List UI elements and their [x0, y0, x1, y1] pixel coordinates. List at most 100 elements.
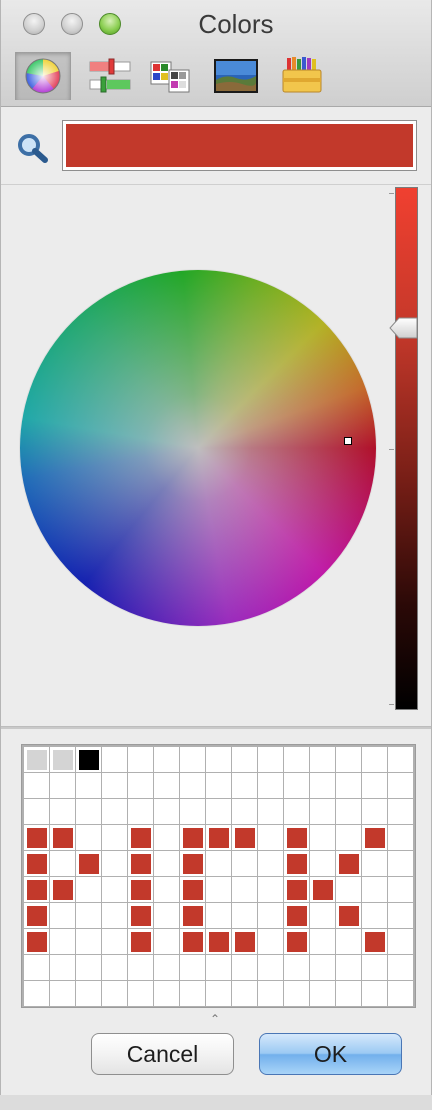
swatch-cell[interactable] — [388, 773, 413, 798]
swatch-cell[interactable] — [362, 799, 387, 824]
hue-saturation-wheel[interactable] — [20, 270, 376, 626]
swatch-cell[interactable] — [232, 981, 257, 1006]
swatch-resize-handle[interactable]: ⌃ — [210, 1012, 220, 1026]
swatch-cell[interactable] — [50, 877, 75, 902]
swatch-cell[interactable] — [258, 825, 283, 850]
swatch-cell[interactable] — [310, 955, 335, 980]
swatch-cell[interactable] — [206, 825, 231, 850]
swatch-cell[interactable] — [128, 955, 153, 980]
swatch-cell[interactable] — [258, 877, 283, 902]
swatch-cell[interactable] — [50, 799, 75, 824]
swatch-cell[interactable] — [50, 851, 75, 876]
swatch-cell[interactable] — [128, 877, 153, 902]
swatch-cell[interactable] — [388, 851, 413, 876]
swatch-cell[interactable] — [310, 903, 335, 928]
swatch-cell[interactable] — [154, 903, 179, 928]
swatch-cell[interactable] — [154, 851, 179, 876]
swatch-cell[interactable] — [50, 825, 75, 850]
swatch-cell[interactable] — [362, 903, 387, 928]
swatch-cell[interactable] — [336, 799, 361, 824]
swatch-cell[interactable] — [76, 981, 101, 1006]
swatch-cell[interactable] — [206, 747, 231, 772]
swatch-cell[interactable] — [180, 773, 205, 798]
swatch-cell[interactable] — [232, 903, 257, 928]
swatch-cell[interactable] — [362, 825, 387, 850]
swatch-cell[interactable] — [388, 877, 413, 902]
swatch-cell[interactable] — [284, 955, 309, 980]
swatch-cell[interactable] — [258, 851, 283, 876]
swatch-cell[interactable] — [258, 955, 283, 980]
swatch-cell[interactable] — [24, 825, 49, 850]
swatch-cell[interactable] — [102, 955, 127, 980]
swatch-cell[interactable] — [362, 929, 387, 954]
swatch-cell[interactable] — [76, 903, 101, 928]
swatch-cell[interactable] — [258, 981, 283, 1006]
swatch-cell[interactable] — [24, 955, 49, 980]
swatch-cell[interactable] — [154, 799, 179, 824]
swatch-cell[interactable] — [284, 877, 309, 902]
swatch-cell[interactable] — [24, 773, 49, 798]
swatch-cell[interactable] — [76, 877, 101, 902]
swatch-cell[interactable] — [76, 773, 101, 798]
swatch-cell[interactable] — [284, 929, 309, 954]
swatch-cell[interactable] — [24, 929, 49, 954]
swatch-cell[interactable] — [76, 799, 101, 824]
swatch-cell[interactable] — [154, 877, 179, 902]
swatch-cell[interactable] — [388, 903, 413, 928]
swatch-cell[interactable] — [388, 825, 413, 850]
swatch-cell[interactable] — [258, 799, 283, 824]
swatch-cell[interactable] — [76, 851, 101, 876]
swatch-cell[interactable] — [362, 851, 387, 876]
swatch-cell[interactable] — [180, 799, 205, 824]
swatch-cell[interactable] — [310, 929, 335, 954]
swatch-cell[interactable] — [50, 929, 75, 954]
swatch-cell[interactable] — [310, 799, 335, 824]
swatch-cell[interactable] — [24, 747, 49, 772]
swatch-cell[interactable] — [284, 747, 309, 772]
swatch-cell[interactable] — [258, 929, 283, 954]
swatch-cell[interactable] — [336, 955, 361, 980]
swatch-cell[interactable] — [50, 773, 75, 798]
swatch-cell[interactable] — [336, 903, 361, 928]
swatch-cell[interactable] — [24, 877, 49, 902]
swatch-cell[interactable] — [180, 981, 205, 1006]
swatch-cell[interactable] — [310, 825, 335, 850]
swatch-cell[interactable] — [102, 929, 127, 954]
swatch-cell[interactable] — [154, 825, 179, 850]
swatch-cell[interactable] — [284, 773, 309, 798]
swatch-cell[interactable] — [232, 747, 257, 772]
swatch-cell[interactable] — [102, 825, 127, 850]
swatch-cell[interactable] — [388, 747, 413, 772]
swatch-cell[interactable] — [388, 981, 413, 1006]
swatch-cell[interactable] — [128, 825, 153, 850]
swatch-cell[interactable] — [24, 851, 49, 876]
brightness-slider-thumb[interactable] — [389, 316, 419, 340]
swatch-cell[interactable] — [102, 799, 127, 824]
swatch-cell[interactable] — [310, 773, 335, 798]
swatch-cell[interactable] — [336, 851, 361, 876]
swatch-cell[interactable] — [154, 929, 179, 954]
tab-image-palettes[interactable] — [209, 52, 263, 100]
swatch-cell[interactable] — [232, 799, 257, 824]
swatch-cell[interactable] — [50, 981, 75, 1006]
swatch-cell[interactable] — [24, 981, 49, 1006]
color-wheel[interactable] — [20, 270, 376, 626]
swatch-cell[interactable] — [232, 955, 257, 980]
swatch-cell[interactable] — [362, 877, 387, 902]
ok-button[interactable]: OK — [259, 1033, 402, 1075]
swatch-cell[interactable] — [24, 903, 49, 928]
swatch-cell[interactable] — [180, 929, 205, 954]
swatch-cell[interactable] — [310, 877, 335, 902]
swatch-cell[interactable] — [180, 955, 205, 980]
swatch-cell[interactable] — [336, 981, 361, 1006]
swatch-cell[interactable] — [336, 825, 361, 850]
swatch-cell[interactable] — [362, 981, 387, 1006]
swatch-cell[interactable] — [336, 929, 361, 954]
swatch-cell[interactable] — [258, 747, 283, 772]
swatch-cell[interactable] — [102, 877, 127, 902]
cancel-button[interactable]: Cancel — [91, 1033, 234, 1075]
swatch-cell[interactable] — [102, 747, 127, 772]
swatch-cell[interactable] — [128, 799, 153, 824]
swatch-cell[interactable] — [310, 851, 335, 876]
swatch-cell[interactable] — [310, 747, 335, 772]
